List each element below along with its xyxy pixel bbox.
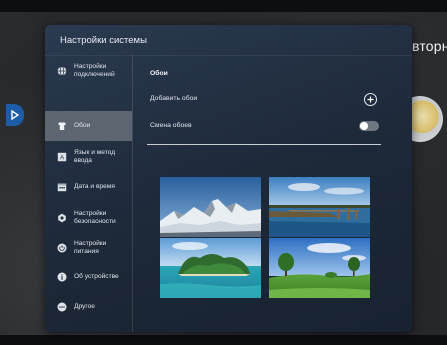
sidebar-item-label: Другое bbox=[74, 303, 95, 311]
section-title: Обои bbox=[150, 70, 168, 77]
sidebar-item-connection-settings[interactable]: Настройки подключений bbox=[45, 56, 132, 86]
settings-window: Настройки системы Настройки подключений … bbox=[45, 25, 412, 332]
keyboard-letter-icon: A bbox=[57, 152, 67, 162]
screen-bezel-top bbox=[0, 0, 447, 12]
add-wallpaper-button[interactable] bbox=[364, 93, 377, 106]
sidebar-item-power[interactable]: Настройки питания bbox=[45, 233, 132, 263]
sidebar-item-label: Язык и метод ввода bbox=[74, 149, 116, 164]
wallpaper-panel: Обои Добавить обои Смена обоев bbox=[133, 55, 412, 332]
sidebar-item-security[interactable]: Настройки безопасности bbox=[45, 203, 132, 233]
sidebar-item-about[interactable]: Об устройстве bbox=[45, 262, 132, 292]
side-panel-toggle[interactable] bbox=[6, 104, 24, 126]
wallpaper-thumbnail-meadow[interactable] bbox=[269, 238, 370, 298]
wallpaper-thumbnail-lake[interactable] bbox=[269, 177, 370, 237]
sidebar-item-label: Настройки подключений bbox=[74, 63, 115, 78]
sidebar-item-wallpaper[interactable]: Обои bbox=[45, 111, 132, 141]
sidebar-item-label: Дата и время bbox=[74, 183, 115, 191]
settings-sidebar: Настройки подключений Обои A Язык и мето… bbox=[45, 55, 133, 332]
play-arrow-icon bbox=[11, 110, 19, 120]
sidebar-item-language-input[interactable]: A Язык и метод ввода bbox=[45, 142, 132, 172]
wallpaper-thumbnail-island[interactable] bbox=[160, 238, 261, 298]
toggle-knob bbox=[360, 122, 368, 130]
shield-gear-icon bbox=[57, 213, 67, 223]
sidebar-item-other[interactable]: Другое bbox=[45, 292, 132, 322]
add-wallpaper-label: Добавить обои bbox=[150, 95, 198, 102]
sidebar-item-label: Настройки безопасности bbox=[74, 210, 116, 225]
info-icon bbox=[57, 272, 67, 282]
plus-icon bbox=[367, 96, 374, 103]
change-wallpaper-toggle[interactable] bbox=[359, 121, 379, 131]
section-divider bbox=[147, 144, 381, 145]
background-text: вторн bbox=[412, 38, 447, 54]
power-icon bbox=[57, 243, 67, 253]
more-icon bbox=[57, 302, 67, 312]
globe-icon bbox=[57, 66, 67, 76]
sidebar-item-date-time[interactable]: Дата и время bbox=[45, 172, 132, 202]
window-title: Настройки системы bbox=[45, 25, 412, 56]
screen-bezel-bottom bbox=[0, 335, 447, 345]
wallpaper-thumbnail-mountains[interactable] bbox=[160, 177, 261, 237]
sidebar-item-label: Обои bbox=[74, 122, 91, 130]
change-wallpaper-label: Смена обоев bbox=[150, 122, 192, 129]
shirt-icon bbox=[57, 121, 67, 131]
sidebar-item-label: Об устройстве bbox=[74, 273, 119, 281]
sidebar-item-label: Настройки питания bbox=[74, 240, 107, 255]
calendar-icon bbox=[57, 182, 67, 192]
svg-text:A: A bbox=[60, 155, 65, 162]
